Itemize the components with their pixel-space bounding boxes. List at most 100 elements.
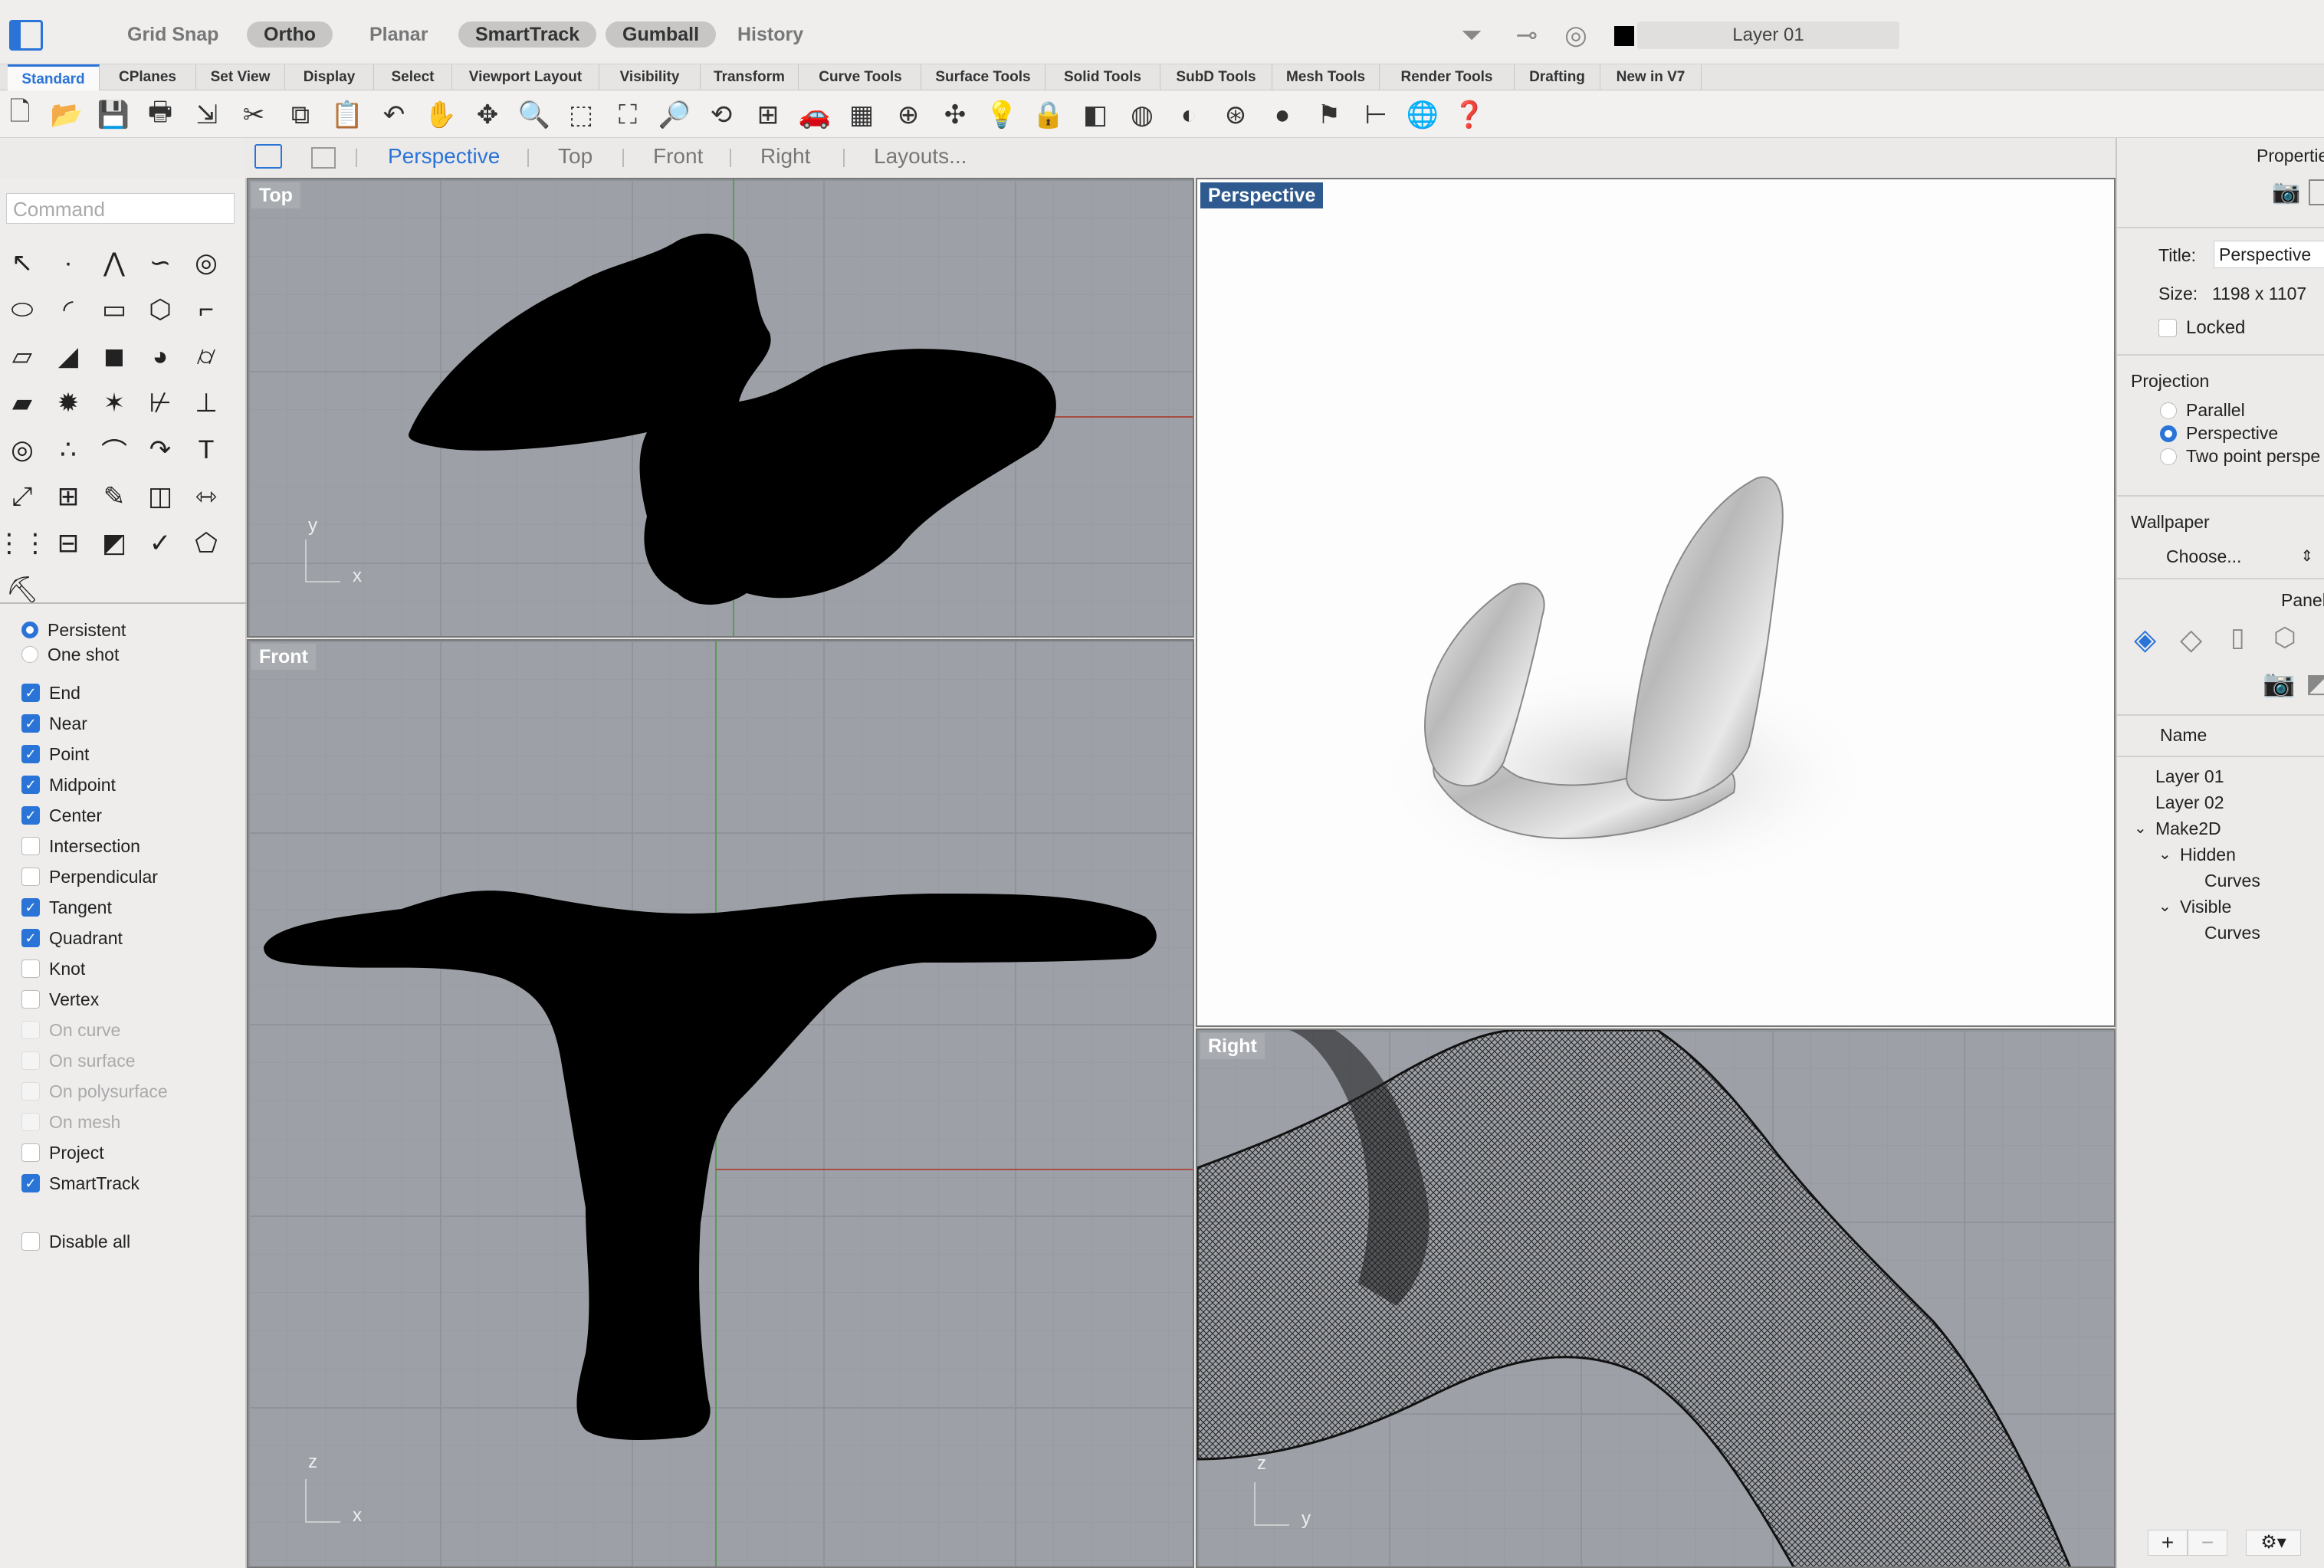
new-file-icon[interactable]: 🗋: [3, 97, 37, 132]
boolean-icon[interactable]: ◎: [3, 431, 41, 469]
dimension-tool-icon[interactable]: ⇿: [187, 477, 225, 516]
viewport-tab-right[interactable]: Right: [760, 138, 810, 178]
shaded-sphere-icon[interactable]: ◐: [1172, 98, 1206, 132]
snap-toggle-gumball[interactable]: Gumball: [606, 21, 717, 48]
fillet-curve-icon[interactable]: ⌐: [187, 290, 225, 329]
filter-icon[interactable]: ⏷: [1456, 20, 1487, 51]
snap-toggle-grid-snap[interactable]: Grid Snap: [110, 21, 235, 48]
grid-plane-icon[interactable]: ▦: [845, 98, 878, 132]
trim-icon[interactable]: ⊬: [141, 384, 179, 422]
viewport-label-right[interactable]: Right: [1200, 1033, 1265, 1059]
viewport-top[interactable]: Top y x: [247, 178, 1194, 638]
explode-icon[interactable]: ✶: [95, 384, 133, 422]
cylinder-icon[interactable]: ⌭: [187, 337, 225, 376]
car-render-icon[interactable]: 🚗: [798, 98, 832, 132]
single-viewport-icon[interactable]: [311, 147, 336, 169]
projection-option-parallel[interactable]: Parallel: [2160, 400, 2245, 421]
osnap-tangent[interactable]: ✓ Tangent: [21, 892, 112, 923]
osnap-disable-all[interactable]: Disable all: [21, 1226, 130, 1257]
tab-new-in-v7[interactable]: New in V7: [1600, 64, 1702, 90]
edit-icon[interactable]: ✎: [95, 477, 133, 516]
osnap-on-mesh[interactable]: On mesh: [21, 1107, 120, 1137]
osnap-intersection[interactable]: Intersection: [21, 831, 140, 861]
osnap-end[interactable]: ✓ End: [21, 677, 80, 708]
save-icon[interactable]: 💾: [97, 98, 130, 132]
split-icon[interactable]: ⊥: [187, 384, 225, 422]
mesh-icon[interactable]: ⬠: [187, 524, 225, 563]
curve-icon[interactable]: ∽: [141, 244, 179, 282]
gear-tool-icon[interactable]: ✹: [49, 384, 87, 422]
tab-solid-tools[interactable]: Solid Tools: [1045, 64, 1160, 90]
osnap-perpendicular[interactable]: Perpendicular: [21, 861, 158, 892]
sidebar-toggle-icon[interactable]: [9, 20, 43, 51]
zoom-extents-icon[interactable]: ⛶: [611, 98, 645, 132]
osnap-vertex[interactable]: Vertex: [21, 984, 99, 1015]
group-icon[interactable]: ∴: [49, 431, 87, 469]
four-viewports-icon[interactable]: ⊞: [751, 98, 785, 132]
cplane-icon[interactable]: ⊕: [891, 98, 925, 132]
layers-panel-icon[interactable]: ◈: [2134, 622, 2156, 657]
title-field[interactable]: Perspective: [2214, 241, 2324, 268]
print-icon[interactable]: 🖶: [143, 97, 177, 132]
current-layer-select[interactable]: Layer 01: [1637, 21, 1899, 49]
layer-row-layer-01[interactable]: Layer 01: [2155, 766, 2224, 787]
world-icon[interactable]: 🌐: [1406, 98, 1439, 132]
snap-toggle-planar[interactable]: Planar: [353, 21, 445, 48]
arc-icon[interactable]: ◜: [49, 290, 87, 329]
tab-visibility[interactable]: Visibility: [599, 64, 701, 90]
gear-icon[interactable]: ⚙▾: [2246, 1530, 2301, 1556]
chevron-down-icon[interactable]: ⌄: [2158, 845, 2171, 864]
grid-array-icon[interactable]: ⋮⋮: [0, 524, 48, 563]
circle-icon[interactable]: ◎: [187, 244, 225, 282]
cube-panel-icon[interactable]: ⬡: [2273, 622, 2296, 653]
osnap-project[interactable]: Project: [21, 1137, 104, 1168]
record-history-icon[interactable]: ⊸: [1512, 20, 1542, 51]
command-input[interactable]: Command: [6, 193, 235, 224]
zoom-dynamic-icon[interactable]: ⟲: [704, 98, 738, 132]
tab-display[interactable]: Display: [285, 64, 374, 90]
osnap-on-surface[interactable]: On surface: [21, 1045, 136, 1076]
layer-row-curves[interactable]: Curves: [2204, 923, 2260, 943]
scale-icon[interactable]: ⤢: [3, 477, 41, 516]
layer-row-make2d[interactable]: ⌄ Make2D: [2134, 818, 2221, 839]
offset-icon[interactable]: ⌒: [95, 431, 133, 469]
rectangle-icon[interactable]: ▭: [95, 290, 133, 329]
import-icon[interactable]: ⇲: [190, 98, 224, 132]
point-icon[interactable]: ·: [49, 244, 87, 282]
tab-render-tools[interactable]: Render Tools: [1380, 64, 1515, 90]
page-icon[interactable]: [2309, 179, 2324, 205]
tab-cplanes[interactable]: CPlanes: [100, 64, 196, 90]
tab-mesh-tools[interactable]: Mesh Tools: [1272, 64, 1380, 90]
viewport-tab-top[interactable]: Top: [558, 138, 592, 178]
cube-edit-icon[interactable]: ◫: [141, 477, 179, 516]
help-icon[interactable]: ❓: [1452, 98, 1486, 132]
loft-icon[interactable]: ◢: [49, 337, 87, 376]
text-icon[interactable]: T: [187, 431, 225, 469]
viewport-right[interactable]: Right z y: [1196, 1028, 2116, 1568]
cut-icon[interactable]: ✂: [237, 98, 271, 132]
sweep-icon[interactable]: ↷: [141, 431, 179, 469]
box-icon[interactable]: ◼: [95, 337, 133, 376]
wireframe-sphere-icon[interactable]: ⊛: [1219, 98, 1252, 132]
snap-toggle-smarttrack[interactable]: SmartTrack: [458, 21, 597, 48]
camera-icon[interactable]: 📷: [2272, 179, 2303, 205]
tab-subd-tools[interactable]: SubD Tools: [1160, 64, 1272, 90]
projection-option-two[interactable]: Two point perspe: [2160, 446, 2320, 467]
zoom-selected-icon[interactable]: 🔎: [658, 98, 691, 132]
osnap-point[interactable]: ✓ Point: [21, 739, 89, 769]
zoom-icon[interactable]: 🔍: [517, 98, 551, 132]
undo-icon[interactable]: ↶: [377, 98, 411, 132]
polygon-icon[interactable]: ⬡: [141, 290, 179, 329]
surface-icon[interactable]: ▱: [3, 337, 41, 376]
layer-color-swatch[interactable]: [1614, 26, 1634, 46]
light-bulb-icon[interactable]: 💡: [985, 98, 1019, 132]
osnap-on-curve[interactable]: On curve: [21, 1015, 120, 1045]
tab-select[interactable]: Select: [374, 64, 452, 90]
tab-set-view[interactable]: Set View: [196, 64, 285, 90]
viewport-label-top[interactable]: Top: [251, 182, 300, 208]
viewport-tab-front[interactable]: Front: [653, 138, 703, 178]
snap-toggle-history[interactable]: History: [721, 21, 820, 48]
objects-panel-icon[interactable]: ◇: [2180, 622, 2202, 657]
render-sphere-icon[interactable]: ●: [1265, 98, 1299, 132]
layout-grid-icon[interactable]: [254, 144, 282, 169]
